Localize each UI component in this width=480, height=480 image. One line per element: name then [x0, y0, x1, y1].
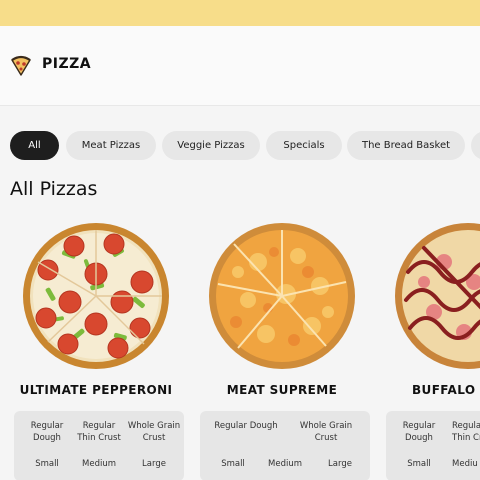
pizza-name: MEAT SUPREME: [226, 383, 338, 397]
size-option-small[interactable]: Small: [394, 458, 444, 470]
pizza-slice-icon[interactable]: [10, 55, 32, 77]
size-option-medium[interactable]: Mediu: [452, 458, 480, 470]
size-option-large[interactable]: Large: [312, 458, 368, 470]
pizza-name: ULTIMATE PEPPERONI: [19, 383, 173, 397]
tab-all[interactable]: All: [10, 131, 59, 160]
pizza-options: Regular Dough Regula Thin Cr Small Mediu: [386, 411, 480, 480]
tab-specials[interactable]: Specials: [266, 131, 342, 160]
crust-option-whole-grain-crust[interactable]: Whole Grain Crust: [126, 420, 182, 444]
tab-the-bread-basket[interactable]: The Bread Basket: [347, 131, 465, 160]
crust-option-regular-thin-crust[interactable]: Regular Thin Crust: [74, 420, 124, 444]
top-banner: [0, 0, 480, 26]
size-option-large[interactable]: Large: [126, 458, 182, 470]
crust-option-regular-thin-crust[interactable]: Regula Thin Cr: [452, 420, 480, 444]
app-header: PIZZA: [0, 26, 480, 106]
pizza-options: Regular Dough Regular Thin Crust Whole G…: [14, 411, 184, 480]
tab-more[interactable]: [471, 131, 480, 160]
tab-meat-pizzas[interactable]: Meat Pizzas: [66, 131, 156, 160]
pepperoni-pizza-image[interactable]: [22, 222, 170, 370]
crust-option-regular-dough[interactable]: Regular Dough: [22, 420, 72, 444]
size-option-small[interactable]: Small: [22, 458, 72, 470]
pizza-options: Regular Dough Whole Grain Crust Small Me…: [200, 411, 370, 480]
brand-name[interactable]: PIZZA: [42, 56, 91, 72]
size-option-medium[interactable]: Medium: [74, 458, 124, 470]
tab-veggie-pizzas[interactable]: Veggie Pizzas: [162, 131, 260, 160]
pizza-card-meat-supreme[interactable]: MEAT SUPREME Regular Dough Whole Grain C…: [196, 222, 370, 480]
size-option-small[interactable]: Small: [208, 458, 258, 470]
pizza-name: BUFFALO C: [412, 383, 480, 397]
section-title: All Pizzas: [10, 178, 98, 200]
bbq-pizza-image[interactable]: [394, 222, 480, 370]
crust-option-regular-dough[interactable]: Regular Dough: [208, 420, 284, 432]
category-tabs: All Meat Pizzas Veggie Pizzas Specials T…: [10, 131, 480, 160]
crust-option-regular-dough[interactable]: Regular Dough: [394, 420, 444, 444]
pizza-card-ultimate-pepperoni[interactable]: ULTIMATE PEPPERONI Regular Dough Regular…: [10, 222, 184, 480]
pizza-card-buffalo[interactable]: BUFFALO C Regular Dough Regula Thin Cr S…: [382, 222, 480, 480]
cheese-pizza-image[interactable]: [208, 222, 356, 370]
size-option-medium[interactable]: Medium: [260, 458, 310, 470]
crust-option-whole-grain-crust[interactable]: Whole Grain Crust: [296, 420, 356, 444]
